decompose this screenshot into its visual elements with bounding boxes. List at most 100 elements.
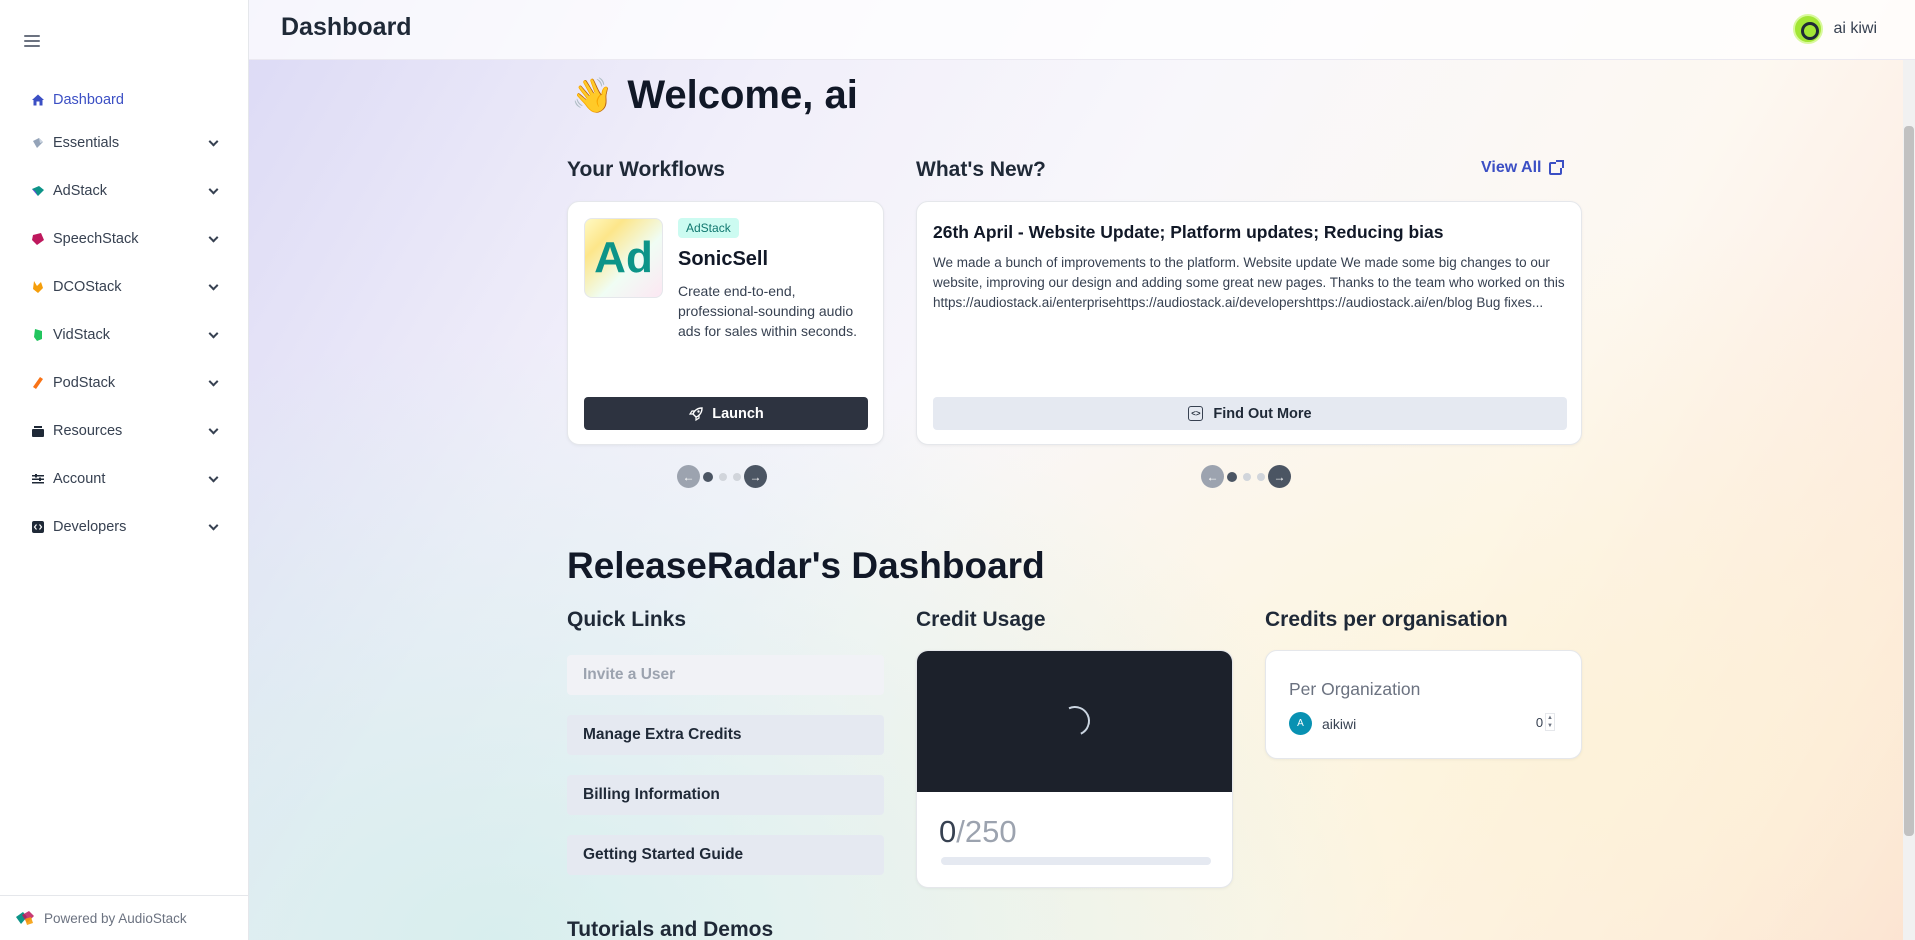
chevron-down-icon (208, 424, 219, 435)
scrollbar-thumb[interactable] (1904, 126, 1914, 836)
getting-started-guide-button[interactable]: Getting Started Guide (567, 835, 884, 875)
scrollbar[interactable] (1903, 60, 1915, 940)
welcome-text: Welcome, ai (627, 73, 858, 117)
sidebar-footer[interactable]: Powered by AudioStack (0, 895, 249, 940)
sidebar-item-resources[interactable]: Resources (20, 407, 225, 455)
chevron-down-icon (208, 520, 219, 531)
org-dashboard-title: ReleaseRadar's Dashboard (567, 545, 1045, 586)
developers-icon (30, 520, 45, 535)
dcostack-icon (30, 280, 45, 295)
external-link-icon (1549, 159, 1565, 175)
sidebar-item-label: Essentials (53, 135, 120, 151)
podstack-icon (30, 376, 45, 391)
vidstack-icon (30, 328, 45, 343)
workflows-title: Your Workflows (567, 158, 725, 181)
hamburger-menu-icon[interactable] (22, 32, 42, 52)
workflow-description: Create end-to-end, professional-sounding… (678, 283, 857, 339)
find-out-more-button[interactable]: <> Find Out More (933, 397, 1567, 430)
credit-usage-progress-bar (941, 857, 1211, 865)
pager-dot[interactable] (703, 471, 713, 482)
next-arrow-icon[interactable]: → (1268, 465, 1291, 488)
credits-used: 0 (939, 814, 957, 849)
sidebar-item-podstack[interactable]: PodStack (20, 359, 225, 407)
loading-spinner-icon (1055, 701, 1095, 741)
invite-user-button[interactable]: Invite a User (567, 655, 884, 695)
sidebar-item-label: Dashboard (53, 92, 124, 108)
org-row: A aikiwi (1289, 712, 1356, 735)
news-pager: ← → (1201, 465, 1291, 488)
pager-dot[interactable] (1243, 472, 1251, 481)
sidebar-item-dcostack[interactable]: DCOStack (20, 263, 225, 311)
credits-per-org-card: Per Organization A aikiwi 0 ▲ ▼ (1265, 650, 1582, 759)
sidebar-item-essentials[interactable]: Essentials (20, 119, 225, 167)
topbar: Dashboard ai kiwi (249, 0, 1915, 60)
sidebar-item-dashboard[interactable]: Dashboard (20, 81, 225, 119)
rocket-icon (689, 406, 703, 421)
workflow-card: Ad AdStack SonicSell Create end-to-end, … (567, 201, 884, 445)
news-card: 26th April - Website Update; Platform up… (916, 201, 1582, 445)
manage-extra-credits-button[interactable]: Manage Extra Credits (567, 715, 884, 755)
welcome-heading: 👋 Welcome, ai (571, 73, 858, 118)
pager-dot[interactable] (1227, 471, 1237, 482)
chevron-down-icon (208, 376, 219, 387)
sidebar-item-label: Developers (53, 519, 127, 535)
prev-arrow-icon[interactable]: ← (1201, 465, 1224, 488)
credit-usage-title: Credit Usage (916, 608, 1046, 631)
audiostack-logo-icon (14, 909, 36, 927)
stepper-arrows-icon[interactable]: ▲ ▼ (1545, 713, 1555, 731)
workflow-badge: AdStack (678, 218, 739, 238)
sidebar-item-vidstack[interactable]: VidStack (20, 311, 225, 359)
credit-usage-chart-area (917, 651, 1232, 792)
sidebar-item-label: Account (53, 471, 106, 487)
credits-per-org-title: Credits per organisation (1265, 608, 1508, 631)
avatar (1793, 14, 1824, 44)
launch-button[interactable]: Launch (584, 397, 868, 430)
waving-hand-icon: 👋 (571, 76, 614, 115)
org-name: aikiwi (1322, 715, 1357, 732)
workflows-pager: ← → (677, 465, 767, 488)
chevron-down-icon (208, 280, 219, 291)
chevron-down-icon (208, 184, 219, 195)
code-icon: <> (1188, 406, 1204, 421)
tutorials-title: Tutorials and Demos (567, 918, 774, 940)
pager-dot[interactable] (1257, 472, 1265, 481)
sidebar-item-developers[interactable]: Developers (20, 503, 225, 551)
chevron-down-icon (208, 232, 219, 243)
quick-links-title: Quick Links (567, 608, 687, 631)
workflow-name: SonicSell (678, 248, 769, 270)
sidebar-nav: Dashboard Essentials AdStack SpeechStack… (20, 90, 225, 551)
find-out-more-label: Find Out More (1213, 405, 1312, 422)
sidebar-item-label: DCOStack (53, 279, 122, 295)
prev-arrow-icon[interactable]: ← (677, 465, 700, 488)
resources-icon (30, 424, 45, 439)
sidebar-item-label: PodStack (53, 375, 116, 391)
chevron-down-icon (208, 136, 219, 147)
pager-dot[interactable] (719, 472, 727, 481)
sidebar-item-account[interactable]: Account (20, 455, 225, 503)
user-menu[interactable]: ai kiwi (1793, 14, 1877, 44)
news-body: We made a bunch of improvements to the p… (933, 255, 1565, 310)
next-arrow-icon[interactable]: → (744, 465, 767, 488)
sidebar-item-adstack[interactable]: AdStack (20, 167, 225, 215)
billing-information-button[interactable]: Billing Information (567, 775, 884, 815)
view-all-link[interactable]: View All (1481, 159, 1565, 177)
main-content: Dashboard ai kiwi 👋 Welcome, ai Your Wor… (249, 0, 1915, 940)
credits-total: /250 (956, 814, 1017, 849)
speechstack-icon (30, 232, 45, 247)
page-title: Dashboard (281, 13, 412, 41)
account-icon (30, 472, 45, 487)
view-all-label: View All (1481, 159, 1542, 176)
launch-label: Launch (712, 405, 764, 422)
chevron-down-icon (208, 328, 219, 339)
adstack-icon (30, 184, 45, 199)
sidebar: Dashboard Essentials AdStack SpeechStack… (0, 0, 249, 940)
pager-dot[interactable] (733, 472, 741, 481)
powered-by-text: Powered by AudioStack (44, 910, 187, 926)
sidebar-item-label: SpeechStack (53, 231, 139, 247)
org-credit-stepper[interactable]: 0 ▲ ▼ (1536, 713, 1555, 731)
org-credit-value: 0 (1535, 714, 1544, 730)
essentials-icon (30, 136, 45, 151)
credit-usage-count: 0/250 (939, 814, 1017, 850)
org-avatar: A (1289, 712, 1312, 735)
sidebar-item-speechstack[interactable]: SpeechStack (20, 215, 225, 263)
